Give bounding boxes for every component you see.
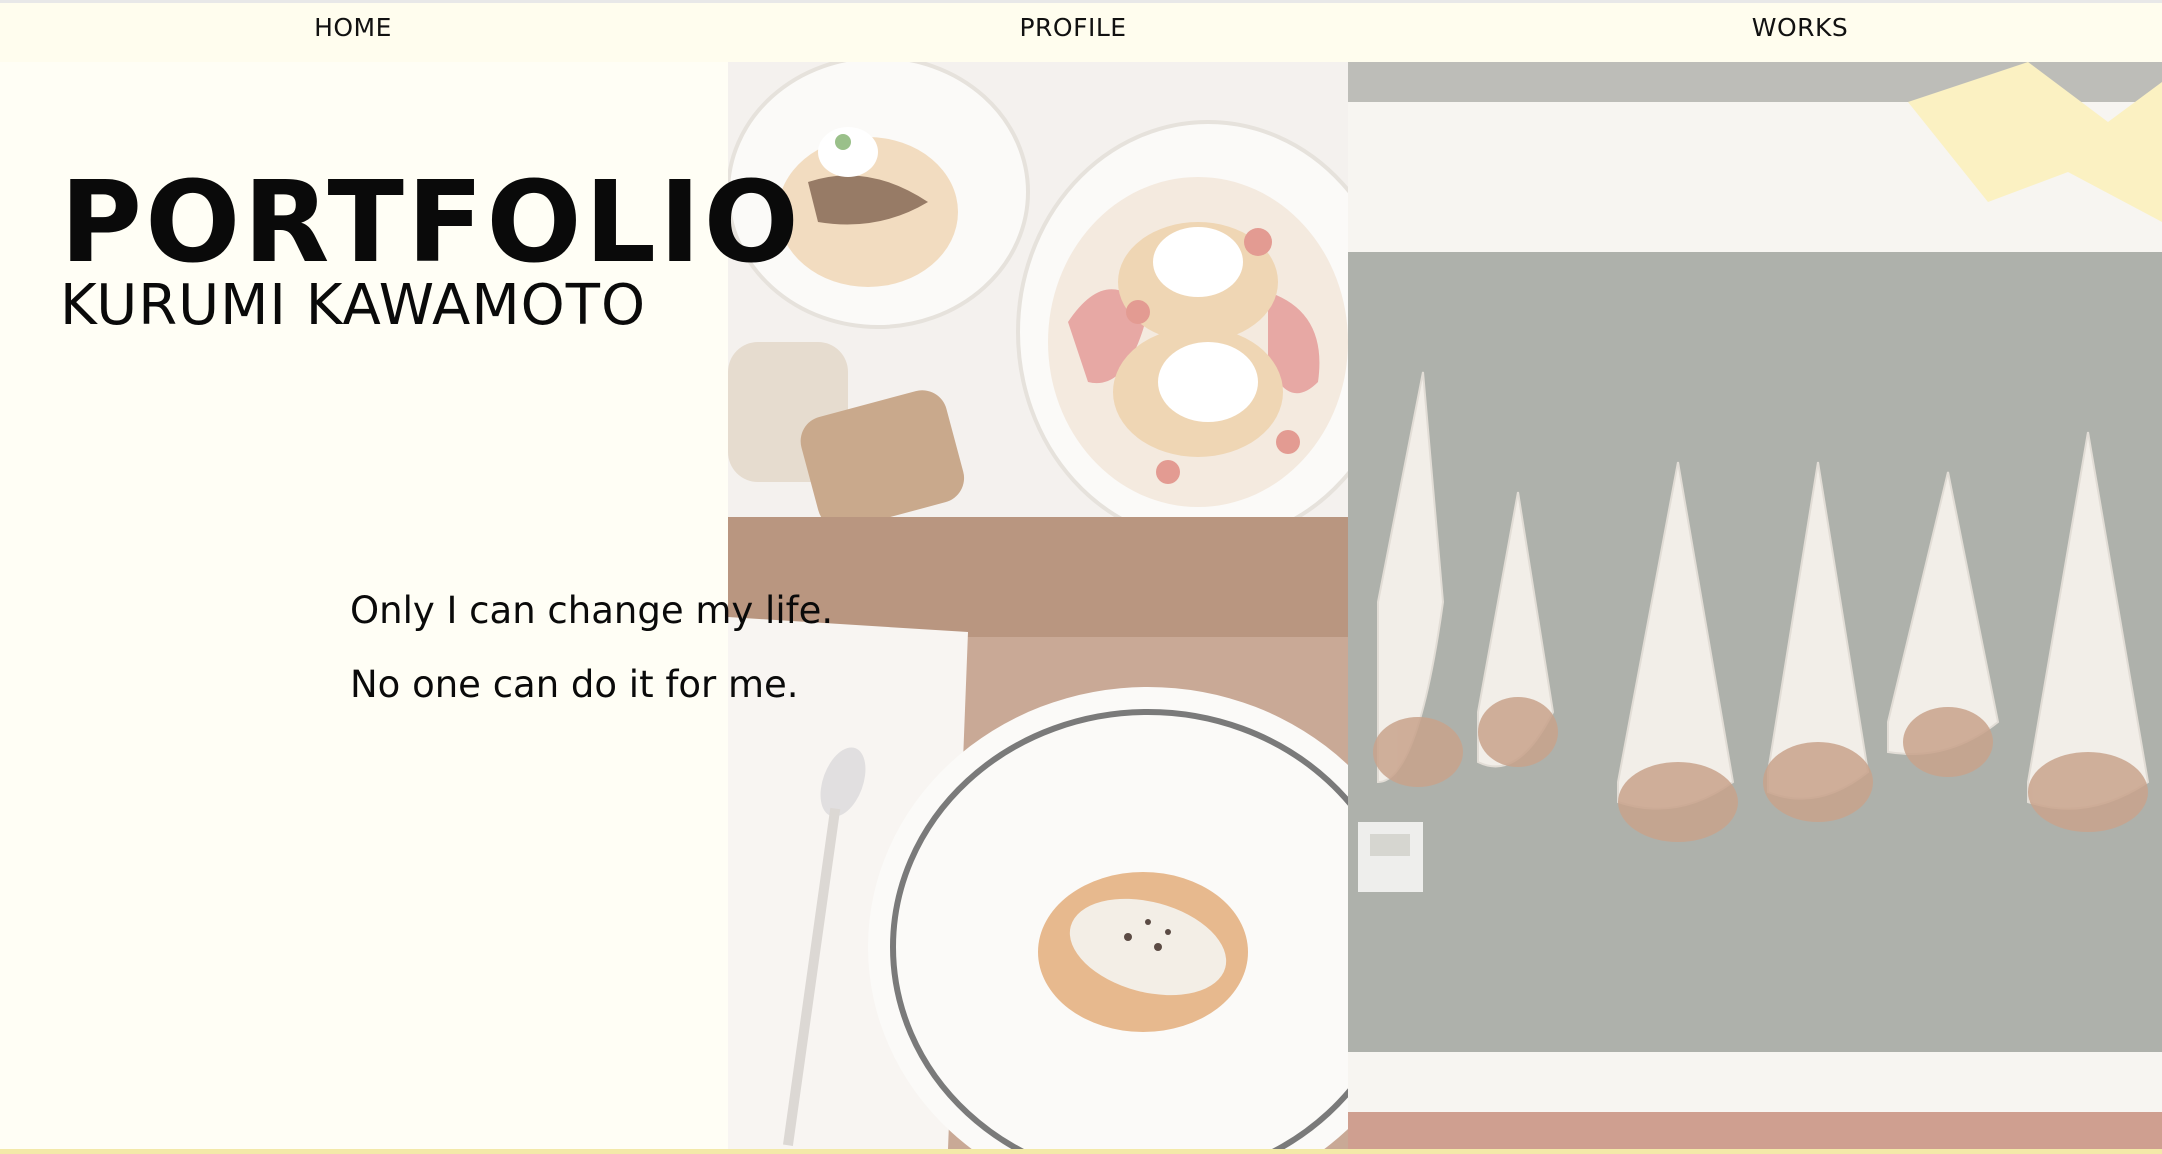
nav-profile-link[interactable]: PROFILE [1019, 13, 1126, 42]
top-nav: HOME PROFILE WORKS [0, 0, 2162, 62]
nav-home-link[interactable]: HOME [314, 13, 392, 42]
flowers-photo [1348, 62, 2162, 1149]
page-title: PORTFOLIO [60, 158, 802, 289]
quote-line-1: Only I can change my life. [350, 589, 834, 632]
author-name: KURUMI KAWAMOTO [60, 273, 647, 338]
portfolio-page: HOME PROFILE WORKS PORTFOLIO KURUMI KAWA… [0, 0, 2162, 1154]
nav-works-link[interactable]: WORKS [1752, 13, 1849, 42]
quote-line-2: No one can do it for me. [350, 663, 799, 706]
bottom-border [0, 1149, 2162, 1154]
pancakes-photo [728, 62, 1348, 517]
